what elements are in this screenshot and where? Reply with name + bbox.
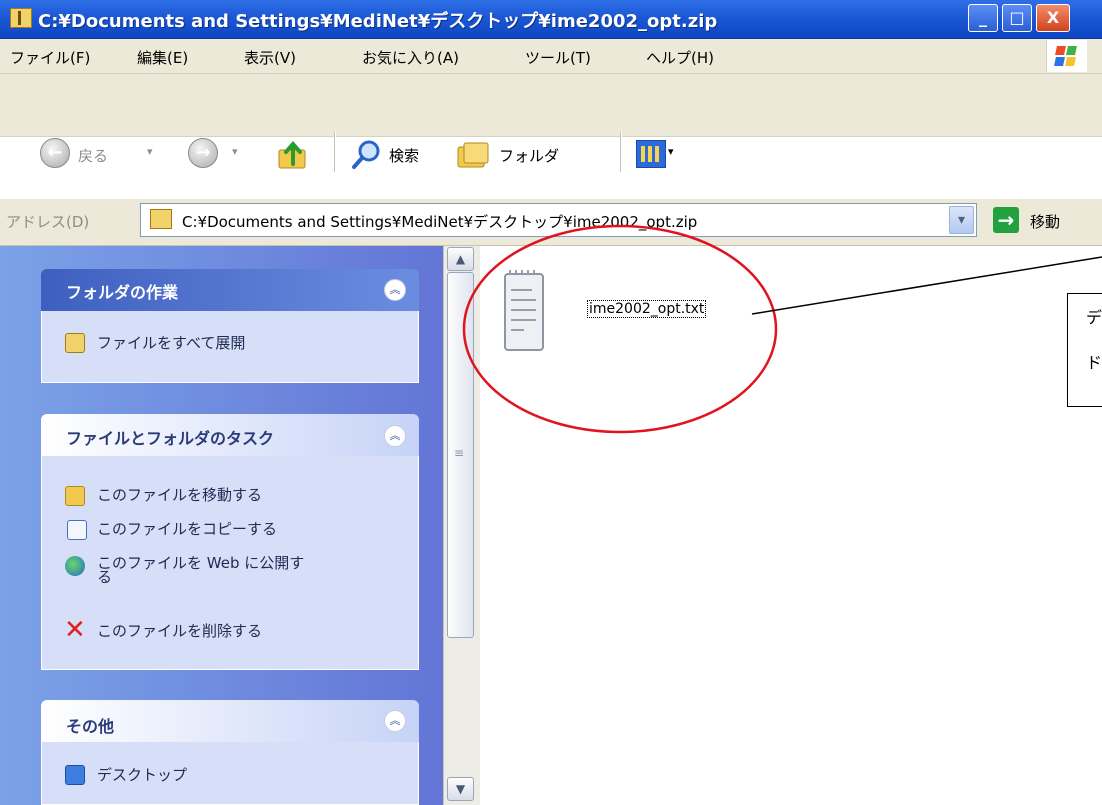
annotation-text-line1: デ — [1086, 308, 1102, 327]
callout-line — [751, 256, 1102, 315]
annotation-callout-box: デ ド — [1067, 293, 1102, 407]
annotation-overlay — [462, 224, 1102, 434]
annotation-text-line2: ド — [1086, 353, 1102, 372]
highlight-ellipse — [462, 224, 778, 434]
